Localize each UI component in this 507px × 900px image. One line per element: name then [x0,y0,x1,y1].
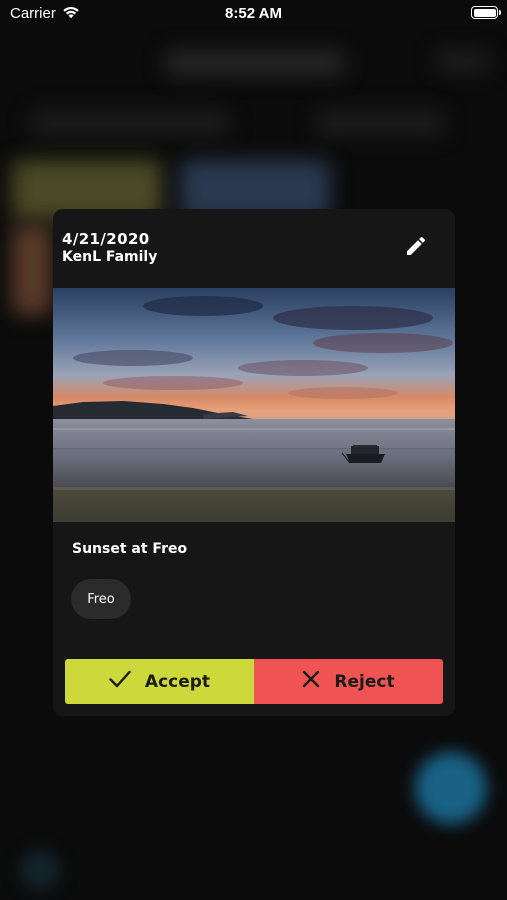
reject-label: Reject [334,671,395,692]
photo-caption: Sunset at Freo [72,541,188,557]
accept-button[interactable]: Accept [65,659,254,704]
tag-chip[interactable]: Freo [71,579,131,619]
photo-date: 4/21/2020 [62,230,150,248]
edit-button[interactable] [399,231,433,265]
background-title [165,50,345,76]
pencil-icon [404,234,428,262]
checkmark-icon [109,670,145,693]
background-tab [30,110,230,136]
background-fab [415,752,487,824]
background-action [435,50,490,72]
background-bottom-item [20,850,60,890]
background-tab [315,110,445,136]
reject-button[interactable]: Reject [254,659,443,704]
photo-review-card: 4/21/2020 KenL Family Sunset at Freo Fre… [53,209,455,716]
album-name: KenL Family [62,249,158,265]
accept-label: Accept [144,671,211,692]
battery-icon [471,6,501,19]
status-bar: Carrier 8:52 AM [0,0,507,30]
x-icon [302,670,334,693]
background-tile [12,225,52,315]
photo-image[interactable] [53,288,455,522]
status-time: 8:52 AM [225,5,282,22]
